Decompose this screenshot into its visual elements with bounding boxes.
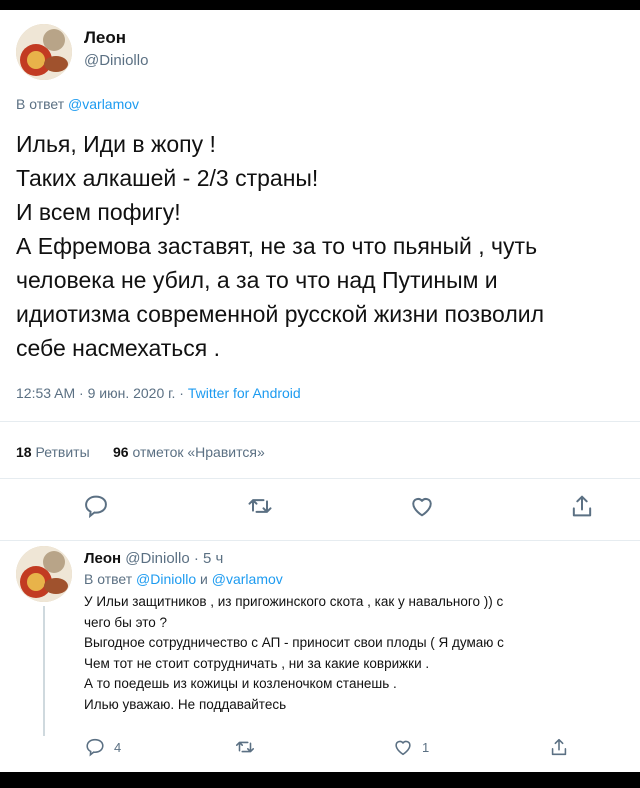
author-handle[interactable]: @Diniollo <box>84 52 148 69</box>
reply-like-button[interactable]: 1 <box>392 736 429 758</box>
reply-line: Выгодное сотрудничество с АП - приносит … <box>84 635 504 650</box>
reply-header: Леон @Diniollo · 5 ч <box>84 550 223 567</box>
tweet-line: человека не убил, а за то что над Путины… <box>16 267 498 293</box>
reply-and: и <box>200 571 208 587</box>
likes-count: 96 <box>113 444 129 460</box>
tweet-line: Таких алкашей - 2/3 страны! <box>16 165 319 191</box>
tweet-line: Илья, Иди в жопу ! <box>16 131 216 157</box>
thread-line <box>43 606 45 736</box>
retweets-label: Ретвиты <box>35 444 90 460</box>
reply-reply-button[interactable]: 4 <box>84 736 121 758</box>
heart-icon <box>412 498 432 517</box>
reply-line: чего бы это ? <box>84 614 168 630</box>
reply-prefix: В ответ <box>84 571 133 587</box>
share-icon <box>551 738 567 756</box>
likes-stat[interactable]: 96 отметок «Нравится» <box>113 444 265 460</box>
retweet-icon <box>235 741 255 753</box>
retweet-icon <box>248 499 272 513</box>
reply-bubble-icon <box>85 495 107 519</box>
reply-line: Чем тот не стоит сотрудничать , ни за ка… <box>84 655 430 671</box>
reply-avatar[interactable] <box>16 546 72 602</box>
reply-context: В ответ @varlamov <box>16 96 139 112</box>
reply-time[interactable]: · 5 ч <box>194 550 224 567</box>
reply-prefix: В ответ <box>16 96 65 112</box>
timestamp[interactable]: 12:53 AM · 9 июн. 2020 г. · <box>16 385 184 401</box>
retweets-stat[interactable]: 18 Ретвиты <box>16 444 90 460</box>
reply-context: В ответ @Diniollo и @varlamov <box>84 571 283 587</box>
reply-bubble-icon <box>86 738 104 757</box>
like-count: 1 <box>422 739 430 755</box>
divider <box>0 478 640 479</box>
screenshot-frame: Леон @Diniollo В ответ @varlamov Илья, И… <box>0 10 640 772</box>
author-name[interactable]: Леон <box>84 28 126 48</box>
reply-author-handle[interactable]: @Diniollo <box>125 550 189 567</box>
reply-line: У Ильи защитников , из пригожинского ско… <box>84 594 504 609</box>
reply-text: У Ильи защитников , из пригожинского ско… <box>84 592 640 715</box>
divider <box>0 540 640 541</box>
reply-to-link[interactable]: @varlamov <box>68 96 139 112</box>
source-link[interactable]: Twitter for Android <box>188 385 301 401</box>
reply-retweet-button[interactable] <box>234 736 256 758</box>
heart-icon <box>395 740 411 756</box>
tweet-stats: 18 Ретвиты 96 отметок «Нравится» <box>16 444 265 460</box>
reply-button[interactable] <box>82 492 110 520</box>
reply-to-link[interactable]: @varlamov <box>212 571 283 587</box>
reply-to-link[interactable]: @Diniollo <box>136 571 196 587</box>
avatar-image <box>16 24 72 80</box>
like-button[interactable] <box>408 492 436 520</box>
reply-line: А то поедешь из кожицы и козленочком ста… <box>84 676 397 691</box>
reply-author-name[interactable]: Леон <box>84 550 121 567</box>
tweet-line: себе насмехаться . <box>16 335 221 361</box>
tweet-line: И всем пофигу! <box>16 199 181 225</box>
tweet-meta: 12:53 AM · 9 июн. 2020 г. · Twitter for … <box>16 385 301 401</box>
retweet-button[interactable] <box>246 492 274 520</box>
divider <box>0 421 640 422</box>
reply-line: Илью уважаю. Не поддавайтесь <box>84 696 287 712</box>
tweet-line: А Ефремова заставят, не за то что пьяный… <box>16 233 538 259</box>
avatar-image <box>16 546 72 602</box>
likes-label: отметок «Нравится» <box>132 444 265 460</box>
retweets-count: 18 <box>16 444 32 460</box>
tweet-line: идиотизма современной русской жизни позв… <box>16 301 545 327</box>
reply-share-button[interactable] <box>548 736 570 758</box>
reply-count: 4 <box>114 739 122 755</box>
share-button[interactable] <box>568 492 596 520</box>
share-icon <box>572 495 592 517</box>
tweet-text: Илья, Иди в жопу ! Таких алкашей - 2/3 с… <box>16 127 626 365</box>
avatar[interactable] <box>16 24 72 80</box>
